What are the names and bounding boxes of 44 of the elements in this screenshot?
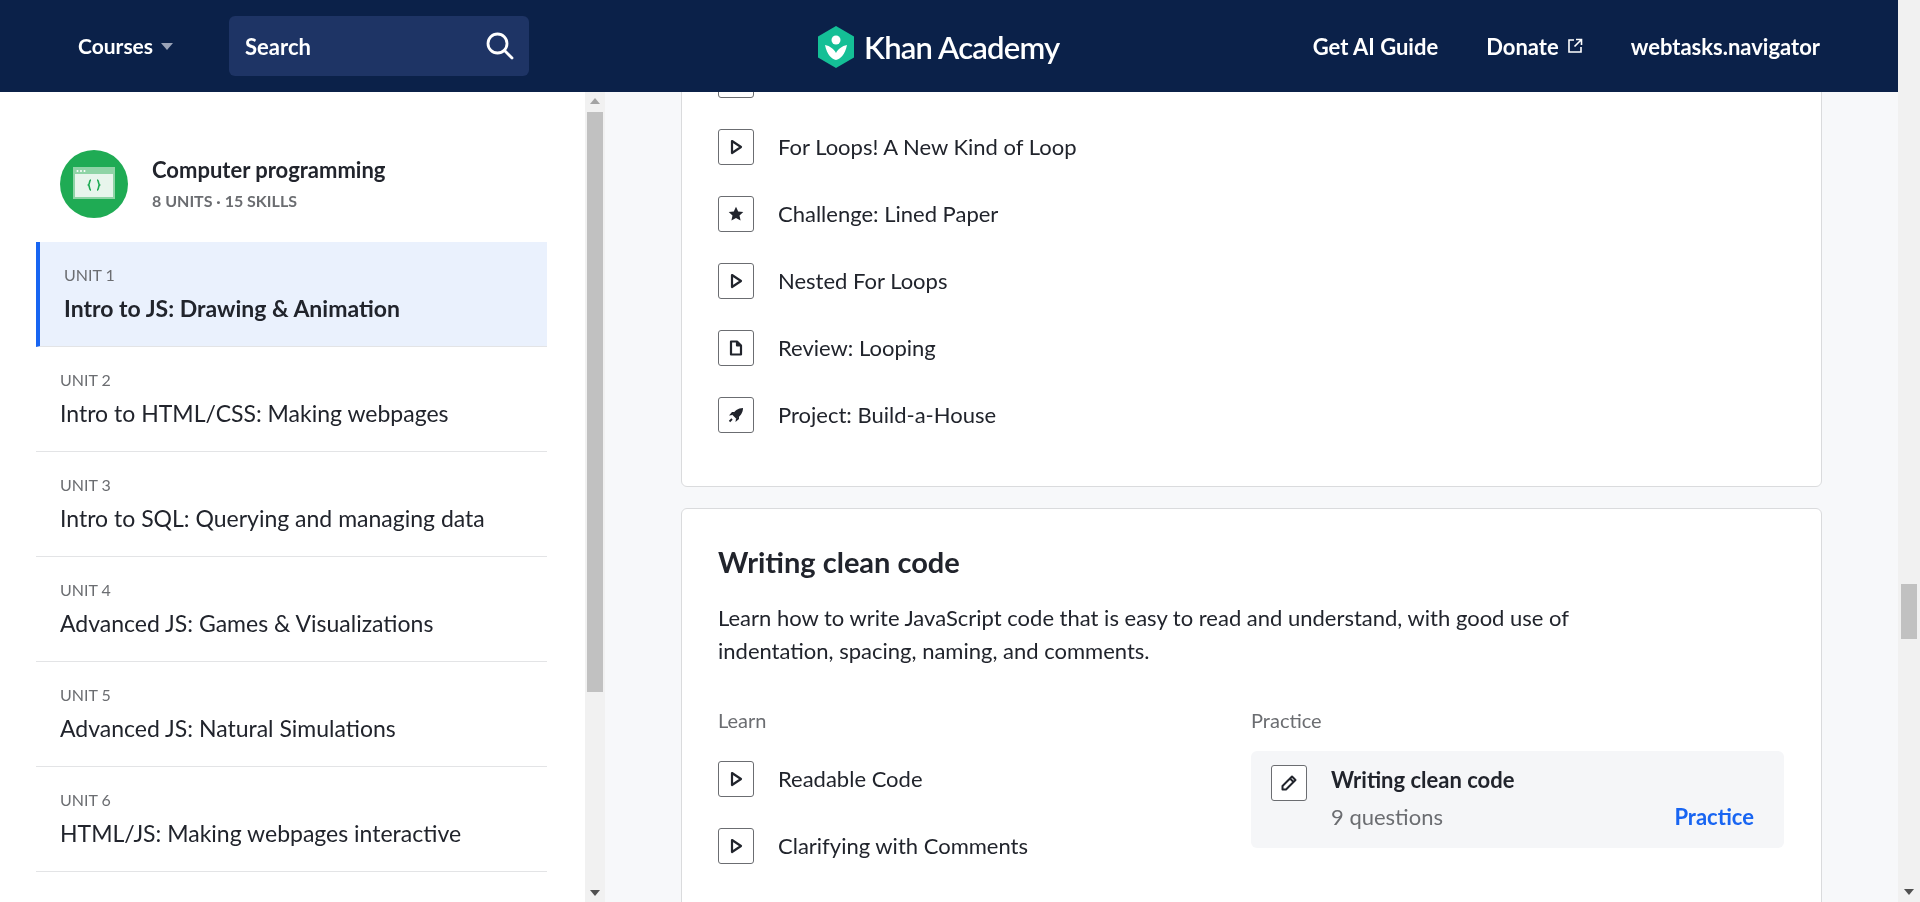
unit-item[interactable]: UNIT 1 Intro to JS: Drawing & Animation	[36, 242, 547, 347]
lesson-link[interactable]: Challenge: Lined Paper	[778, 198, 999, 229]
star-icon	[728, 205, 744, 222]
page-scrollbar[interactable]	[1898, 0, 1920, 902]
section-description: Learn how to write JavaScript code that is easy to read and understand, with good use of indentation, spacing, naming, and comments.	[718, 603, 1570, 666]
nav-link[interactable]: webtasks.navigator	[1630, 29, 1820, 63]
courses-dropdown[interactable]: Courses	[78, 30, 174, 62]
search-field[interactable]: Search	[229, 16, 530, 76]
scroll-down-icon[interactable]	[590, 890, 600, 896]
course-title: Computer programming	[152, 155, 386, 185]
practice-heading: Practice	[1251, 707, 1323, 733]
play-icon	[728, 837, 744, 854]
logo-text[interactable]: Khan Academy	[864, 24, 1060, 71]
nav-link[interactable]: Get AI Guide	[1312, 29, 1439, 63]
play-icon	[728, 272, 744, 289]
pencil-icon	[1281, 775, 1297, 791]
course-meta: 8 UNITS · 15 SKILLS	[152, 190, 298, 212]
document-icon	[728, 339, 744, 356]
nav-link[interactable]: Donate	[1486, 29, 1583, 63]
course-icon	[60, 150, 128, 218]
lesson-link[interactable]: Readable Code	[778, 763, 923, 794]
lesson-link[interactable]: Nested For Loops	[778, 265, 948, 296]
lesson-link[interactable]: Clarifying with Comments	[778, 830, 1028, 861]
play-icon	[728, 138, 744, 155]
scroll-up-icon[interactable]	[590, 98, 600, 104]
question-count: 9 questions	[1331, 802, 1443, 832]
lesson-link[interactable]: Review: Looping	[778, 332, 936, 363]
rocket-icon	[728, 406, 744, 423]
scroll-down-icon[interactable]	[1904, 889, 1914, 895]
external-link-icon	[1566, 38, 1583, 54]
logo-icon	[817, 25, 855, 70]
search-icon	[485, 31, 516, 61]
caret-icon	[161, 42, 174, 50]
scrollbar-thumb[interactable]	[587, 112, 603, 692]
lesson-link[interactable]: For Loops! A New Kind of Loop	[778, 131, 1077, 162]
scrollbar-thumb[interactable]	[1901, 584, 1917, 639]
lesson-link[interactable]: Project: Build-a-House	[778, 399, 997, 430]
learn-heading: Learn	[718, 707, 768, 733]
section-title: Writing clean code	[718, 545, 961, 579]
practice-link[interactable]: Practice	[1674, 800, 1754, 833]
sidebar-scrollbar[interactable]	[585, 92, 605, 902]
practice-title: Writing clean code	[1331, 766, 1516, 794]
practice-card[interactable]: Writing clean code 9 questions Practice	[1251, 751, 1784, 848]
play-icon	[728, 770, 744, 787]
